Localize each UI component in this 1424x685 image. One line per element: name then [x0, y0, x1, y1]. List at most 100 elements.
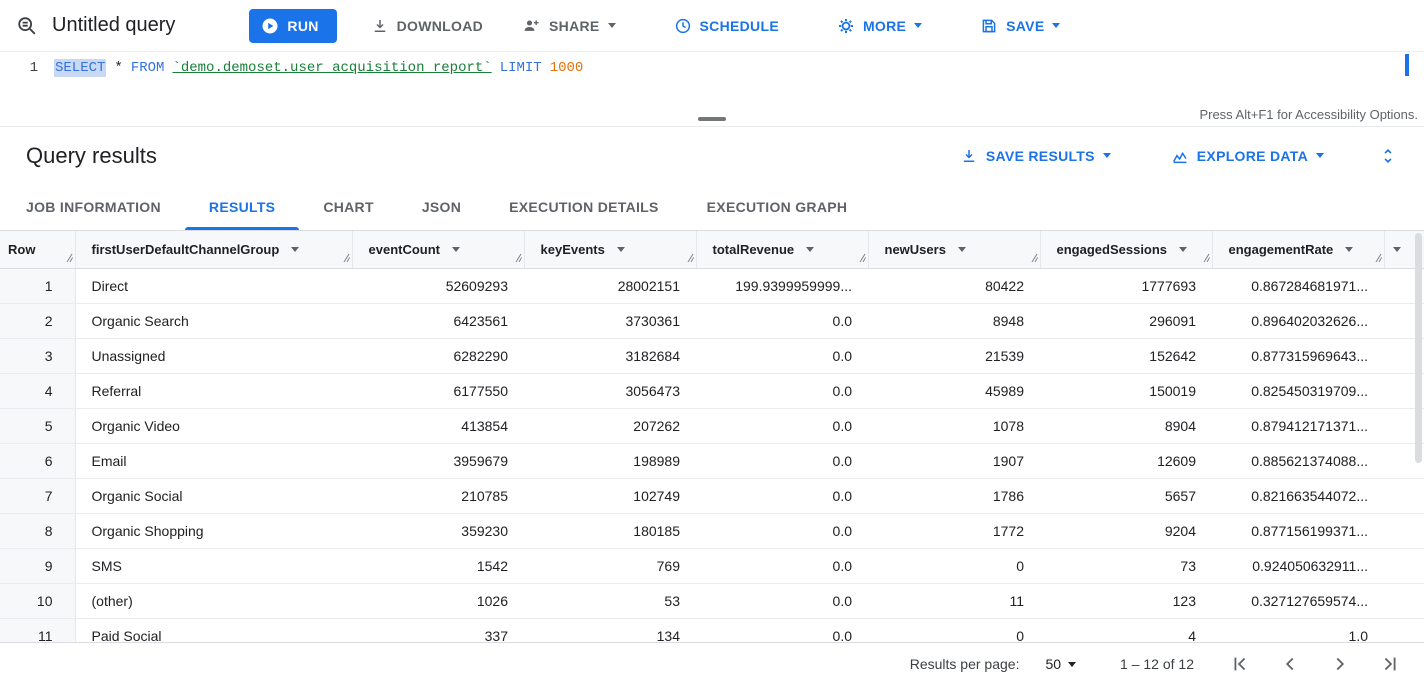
column-label: eventCount [369, 242, 441, 257]
column-header-engagementRate: engagementRate [1212, 231, 1384, 268]
table-row: 4Referral617755030564730.0459891500190.8… [0, 373, 1424, 408]
tab-results[interactable]: RESULTS [185, 184, 299, 230]
unfold-more-icon [1378, 146, 1398, 166]
column-menu-button[interactable] [1391, 245, 1403, 254]
row-number-cell: 4 [0, 373, 75, 408]
pagination-footer: Results per page: 50 1 – 12 of 12 [0, 642, 1424, 685]
editor-scrollbar[interactable] [1405, 54, 1409, 76]
column-menu-button[interactable] [804, 245, 816, 254]
data-cell: 0.0 [696, 583, 868, 618]
data-cell: 4 [1040, 618, 1212, 642]
sql-code-line[interactable]: SELECT*FROM`demo.demoset.user_acquisitio… [54, 52, 591, 102]
sql-keyword-select: SELECT [54, 59, 106, 77]
column-menu-button[interactable] [289, 245, 301, 254]
data-cell: 6423561 [352, 303, 524, 338]
data-cell: 0 [868, 548, 1040, 583]
data-cell: 0.0 [696, 478, 868, 513]
column-resize-handle[interactable] [1203, 253, 1210, 263]
data-cell: 0.924050632911... [1212, 548, 1384, 583]
data-cell: Direct [75, 268, 352, 303]
column-menu-button[interactable] [1177, 245, 1189, 254]
next-page-button[interactable] [1326, 650, 1354, 678]
chevron-down-icon [1068, 662, 1076, 667]
tab-execution-graph[interactable]: EXECUTION GRAPH [683, 184, 872, 230]
explore-data-button[interactable]: EXPLORE DATA [1159, 139, 1336, 173]
save-results-button[interactable]: SAVE RESULTS [948, 139, 1123, 173]
data-cell: 0.877315969643... [1212, 338, 1384, 373]
schedule-button[interactable]: SCHEDULE [662, 9, 791, 43]
data-cell: 150019 [1040, 373, 1212, 408]
row-number-cell: 3 [0, 338, 75, 373]
data-cell: 0.0 [696, 303, 868, 338]
data-cell: 11 [868, 583, 1040, 618]
page-size-select[interactable]: 50 [1045, 656, 1076, 672]
results-table-container: Row firstUserDefaultChannelGroup eventCo… [0, 231, 1424, 642]
share-button[interactable]: SHARE [509, 9, 628, 43]
data-cell: 21539 [868, 338, 1040, 373]
save-results-icon [960, 147, 978, 165]
row-number-cell: 6 [0, 443, 75, 478]
results-tab-bar: JOB INFORMATION RESULTS CHART JSON EXECU… [0, 184, 1424, 231]
column-menu-button[interactable] [615, 245, 627, 254]
column-label: totalRevenue [713, 242, 795, 257]
editor-status-strip: Press Alt+F1 for Accessibility Options. [0, 102, 1424, 126]
chevron-down-icon [608, 23, 616, 28]
column-resize-handle[interactable] [859, 253, 866, 263]
column-resize-handle[interactable] [343, 253, 350, 263]
column-header-totalRevenue: totalRevenue [696, 231, 868, 268]
tab-json[interactable]: JSON [398, 184, 485, 230]
data-cell: 5657 [1040, 478, 1212, 513]
column-resize-handle[interactable] [1031, 253, 1038, 263]
accessibility-hint: Press Alt+F1 for Accessibility Options. [1199, 107, 1418, 122]
data-cell: 0.825450319709... [1212, 373, 1384, 408]
previous-page-button[interactable] [1276, 650, 1304, 678]
expand-panel-button[interactable] [1372, 140, 1404, 172]
query-title: Untitled query [52, 14, 175, 37]
run-button[interactable]: RUN [249, 9, 336, 43]
column-header-engagedSessions: engagedSessions [1040, 231, 1212, 268]
data-cell: 3730361 [524, 303, 696, 338]
data-cell: 3959679 [352, 443, 524, 478]
column-resize-handle[interactable] [1375, 253, 1382, 263]
panel-resize-handle[interactable] [698, 117, 726, 121]
tab-execution-details[interactable]: EXECUTION DETAILS [485, 184, 683, 230]
save-button[interactable]: SAVE [968, 9, 1072, 43]
data-cell: 1777693 [1040, 268, 1212, 303]
column-label: engagedSessions [1057, 242, 1168, 257]
results-title: Query results [26, 143, 948, 169]
data-cell: 210785 [352, 478, 524, 513]
data-cell: (other) [75, 583, 352, 618]
data-cell: 53 [524, 583, 696, 618]
data-cell: 1.0 [1212, 618, 1384, 642]
column-resize-handle[interactable] [687, 253, 694, 263]
chart-icon [1171, 147, 1189, 165]
sql-editor[interactable]: 1 SELECT*FROM`demo.demoset.user_acquisit… [0, 52, 1424, 102]
data-cell: 0.821663544072... [1212, 478, 1384, 513]
data-cell: Organic Video [75, 408, 352, 443]
column-resize-handle[interactable] [66, 253, 73, 263]
data-cell: 9204 [1040, 513, 1212, 548]
column-header-eventCount: eventCount [352, 231, 524, 268]
table-row: 6Email39596791989890.01907126090.8856213… [0, 443, 1424, 478]
chevron-down-icon [914, 23, 922, 28]
column-menu-button[interactable] [1343, 245, 1355, 254]
download-button[interactable]: DOWNLOAD [359, 9, 495, 43]
sql-table-reference[interactable]: `demo.demoset.user_acquisition_report` [172, 60, 491, 76]
tab-job-information[interactable]: JOB INFORMATION [2, 184, 185, 230]
data-cell: 769 [524, 548, 696, 583]
last-page-button[interactable] [1376, 650, 1404, 678]
column-resize-handle[interactable] [515, 253, 522, 263]
data-cell: 1542 [352, 548, 524, 583]
tab-chart[interactable]: CHART [299, 184, 398, 230]
data-cell: 45989 [868, 373, 1040, 408]
column-menu-button[interactable] [450, 245, 462, 254]
line-number: 1 [0, 52, 54, 102]
table-scrollbar[interactable] [1415, 231, 1422, 642]
table-scrollbar-thumb[interactable] [1415, 233, 1422, 463]
first-page-button[interactable] [1226, 650, 1254, 678]
data-cell: Email [75, 443, 352, 478]
more-button[interactable]: MORE [825, 9, 934, 43]
data-cell: 1026 [352, 583, 524, 618]
chevron-down-icon [1052, 23, 1060, 28]
column-menu-button[interactable] [956, 245, 968, 254]
